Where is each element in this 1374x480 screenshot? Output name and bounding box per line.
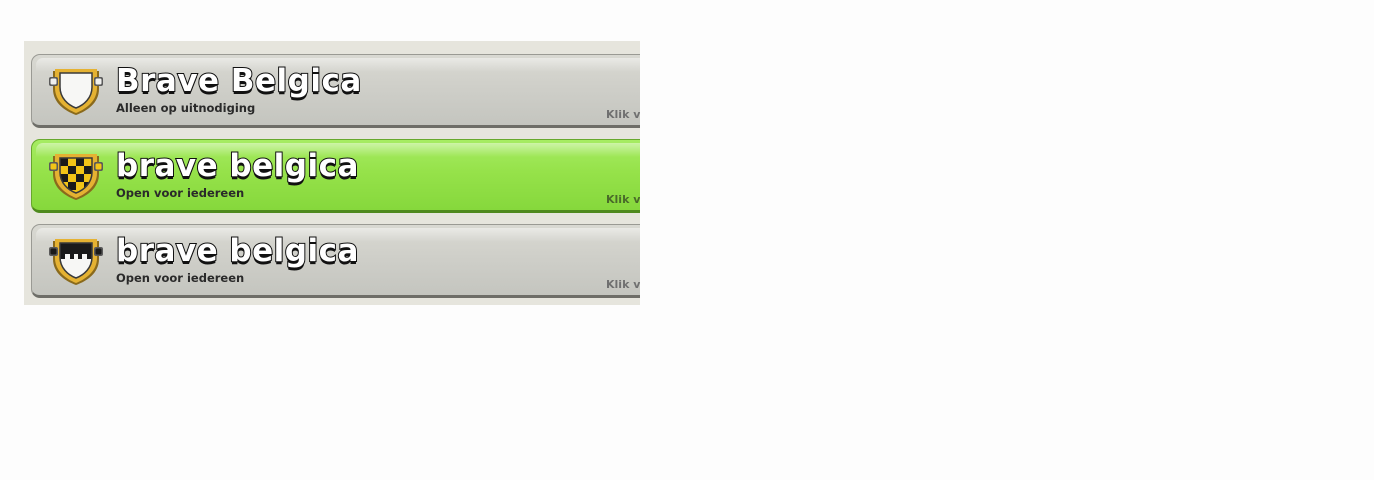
white-shield-badge-icon xyxy=(49,69,103,115)
click-hint: Klik v xyxy=(606,193,640,206)
click-hint: Klik v xyxy=(606,108,640,121)
clan-name: brave belgica xyxy=(115,147,359,185)
clan-row-brave-belgica-invite-only[interactable]: Brave Belgica Alleen op uitnodiging Klik… xyxy=(31,54,640,128)
click-hint: Klik v xyxy=(606,278,640,291)
castle-shield-badge-icon xyxy=(49,239,103,285)
clan-name: Brave Belgica xyxy=(115,62,362,100)
clan-join-status: Open voor iedereen xyxy=(116,271,245,285)
clan-search-results: Brave Belgica Alleen op uitnodiging Klik… xyxy=(24,41,640,305)
clan-row-brave-belgica-open-selected[interactable]: brave belgica Open voor iedereen Klik v xyxy=(31,139,640,213)
clan-name: brave belgica xyxy=(115,232,359,270)
clan-join-status: Open voor iedereen xyxy=(116,186,245,200)
clan-join-status: Alleen op uitnodiging xyxy=(116,101,256,115)
clan-row-brave-belgica-open[interactable]: brave belgica Open voor iedereen Klik v xyxy=(31,224,640,298)
checkered-shield-badge-icon xyxy=(49,154,103,200)
